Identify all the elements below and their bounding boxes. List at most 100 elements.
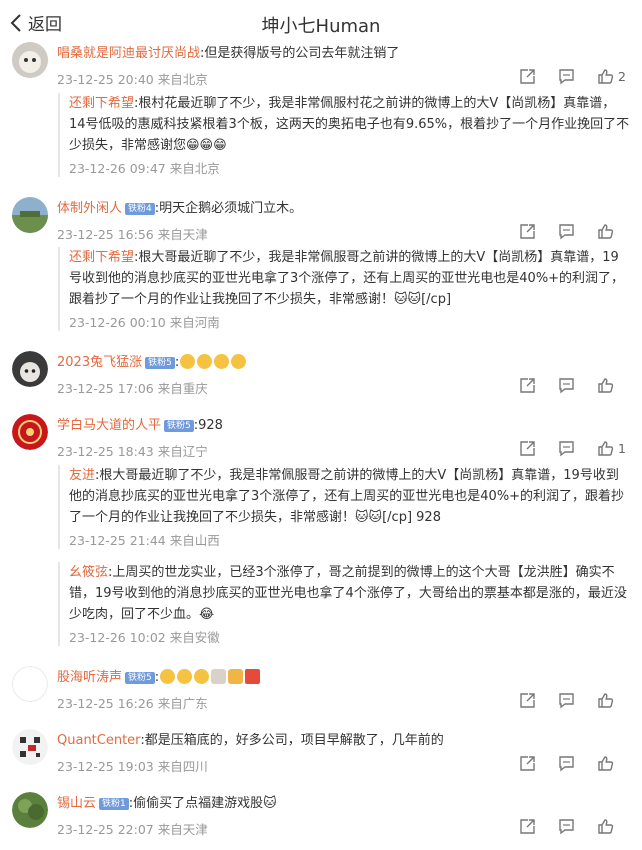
emoji-icon xyxy=(231,354,247,369)
comment-meta: 23-12-25 16:56 来自天津 xyxy=(57,227,208,242)
comment-text: :明天企鹅必须城门立木。 xyxy=(154,201,303,216)
comment-icon[interactable] xyxy=(558,377,575,394)
comment-meta: 23-12-25 19:03 来自四川 xyxy=(57,759,208,774)
reply-block: 幺筱弦:上周买的世龙实业，已经3个涨停了，哥之前提到的微博上的这个大哥【龙洪胜】… xyxy=(58,562,630,646)
comment-text: :但是获得版号的公司去年就注销了 xyxy=(200,46,400,61)
comment-line: QuantCenter:都是压箱底的，好多公司，项目早解散了，几年前的 xyxy=(57,731,632,751)
like-count: 1 xyxy=(618,441,626,456)
comment-meta: 23-12-25 18:43 来自辽宁 xyxy=(57,444,208,459)
like-count: 2 xyxy=(618,69,626,84)
share-icon[interactable] xyxy=(519,692,536,709)
reply-meta: 23-12-26 00:10 来自河南 xyxy=(69,315,220,330)
avatar[interactable] xyxy=(12,792,48,828)
comment-icon[interactable] xyxy=(558,818,575,835)
comment-actions xyxy=(497,818,626,835)
comment-icon[interactable] xyxy=(558,440,575,457)
comment-meta: 23-12-25 20:40 来自北京 xyxy=(57,72,208,87)
share-icon[interactable] xyxy=(519,377,536,394)
comment-text: : xyxy=(174,355,180,370)
reply-text: :根村花最近聊了不少，我是非常佩服村花之前讲的微博上的大V【尚凯杨】真靠谱，14… xyxy=(69,96,630,153)
reply-text: :根大哥最近聊了不少，我是非常佩服哥之前讲的微博上的大V【尚凯杨】真靠谱，19号… xyxy=(69,468,625,525)
avatar[interactable] xyxy=(12,729,48,765)
comment-text: :都是压箱底的，好多公司，项目早解散了，几年前的 xyxy=(140,733,444,748)
comment-line: 学白马大道的人平 铁粉5:928 xyxy=(57,416,632,436)
reply-username[interactable]: 幺筱弦 xyxy=(69,565,108,580)
fan-badge: 铁粉5 xyxy=(125,672,155,684)
comment-icon[interactable] xyxy=(558,755,575,772)
reply-text: :根大哥最近聊了不少，我是非常佩服哥之前讲的微博上的大V【尚凯杨】真靠谱，19号… xyxy=(69,250,625,307)
comment-line: 锡山云 铁粉1:偷偷买了点福建游戏股🐱 xyxy=(57,794,632,814)
reply-username[interactable]: 还剩下希望 xyxy=(69,96,134,111)
coffee-emoji-icon xyxy=(211,669,227,684)
top-bar: 返回 坤小七Human xyxy=(0,0,642,46)
username[interactable]: 体制外闲人 xyxy=(57,201,122,216)
reply-username[interactable]: 还剩下希望 xyxy=(69,250,134,265)
comment-meta: 23-12-25 22:07 来自天津 xyxy=(57,822,208,837)
comment-actions xyxy=(497,223,626,240)
share-icon[interactable] xyxy=(519,68,536,85)
like-icon[interactable] xyxy=(597,377,614,394)
emoji-icon xyxy=(194,669,210,684)
emoji-icon xyxy=(197,354,213,369)
like-icon[interactable] xyxy=(597,223,614,240)
username[interactable]: 学白马大道的人平 xyxy=(57,418,161,433)
comment-actions: 1 xyxy=(497,440,626,457)
fan-badge: 铁粉1 xyxy=(99,798,129,810)
share-icon[interactable] xyxy=(519,440,536,457)
avatar[interactable] xyxy=(12,414,48,450)
username[interactable]: 唱桑就是阿迪最讨厌尚战 xyxy=(57,46,200,61)
reply-text-wrap: 幺筱弦:上周买的世龙实业，已经3个涨停了，哥之前提到的微博上的这个大哥【龙洪胜】… xyxy=(69,562,630,625)
reply-block: 友进:根大哥最近聊了不少，我是非常佩服哥之前讲的微博上的大V【尚凯杨】真靠谱，1… xyxy=(58,465,630,549)
comment-actions xyxy=(497,755,626,772)
comment-actions: 2 xyxy=(497,68,626,85)
like-icon[interactable] xyxy=(597,68,614,85)
reply-username[interactable]: 友进 xyxy=(69,468,95,483)
avatar[interactable] xyxy=(12,351,48,387)
comment-meta: 23-12-25 17:06 来自重庆 xyxy=(57,381,208,396)
emoji-icon xyxy=(160,669,176,684)
avatar[interactable] xyxy=(12,666,48,702)
comment-actions xyxy=(497,377,626,394)
share-icon[interactable] xyxy=(519,223,536,240)
username[interactable]: 2023兔飞猛涨 xyxy=(57,355,142,370)
comment-line: 股海听涛声 铁粉5: xyxy=(57,668,632,688)
like-icon[interactable] xyxy=(597,755,614,772)
like-icon[interactable] xyxy=(597,818,614,835)
reply-meta: 23-12-26 10:02 来自安徽 xyxy=(69,630,220,645)
reply-text: :上周买的世龙实业，已经3个涨停了，哥之前提到的微博上的这个大哥【龙洪胜】确实不… xyxy=(69,565,627,622)
avatar[interactable] xyxy=(12,42,48,78)
comment-actions xyxy=(497,692,626,709)
like-icon[interactable] xyxy=(597,440,614,457)
reply-text-wrap: 友进:根大哥最近聊了不少，我是非常佩服哥之前讲的微博上的大V【尚凯杨】真靠谱，1… xyxy=(69,465,630,528)
page-title: 坤小七Human xyxy=(261,16,381,37)
comment-text: : xyxy=(154,670,160,685)
comment-line: 体制外闲人 铁粉4:明天企鹅必须城门立木。 xyxy=(57,199,632,219)
comment-line: 唱桑就是阿迪最讨厌尚战:但是获得版号的公司去年就注销了 xyxy=(57,44,632,64)
comment-text: :928 xyxy=(193,418,223,433)
fan-badge: 铁粉5 xyxy=(164,420,194,432)
comment-line: 2023兔飞猛涨 铁粉5: xyxy=(57,353,632,373)
thumbs-up-emoji-icon xyxy=(228,669,244,684)
comment-icon[interactable] xyxy=(558,223,575,240)
emoji-icon xyxy=(180,354,196,369)
emoji-icon xyxy=(177,669,193,684)
comment-icon[interactable] xyxy=(558,692,575,709)
comment-meta: 23-12-25 16:26 来自广东 xyxy=(57,696,208,711)
fan-badge: 铁粉4 xyxy=(125,203,155,215)
red-badge-emoji-icon xyxy=(245,669,261,684)
like-icon[interactable] xyxy=(597,692,614,709)
share-icon[interactable] xyxy=(519,818,536,835)
username[interactable]: 股海听涛声 xyxy=(57,670,122,685)
emoji-icon xyxy=(214,354,230,369)
reply-text-wrap: 还剩下希望:根村花最近聊了不少，我是非常佩服村花之前讲的微博上的大V【尚凯杨】真… xyxy=(69,93,630,156)
share-icon[interactable] xyxy=(519,755,536,772)
avatar[interactable] xyxy=(12,197,48,233)
reply-meta: 23-12-25 21:44 来自山西 xyxy=(69,533,220,548)
username[interactable]: QuantCenter xyxy=(57,733,140,748)
comment-text: :偷偷买了点福建游戏股🐱 xyxy=(128,796,277,811)
reply-block: 还剩下希望:根大哥最近聊了不少，我是非常佩服哥之前讲的微博上的大V【尚凯杨】真靠… xyxy=(58,247,630,331)
username[interactable]: 锡山云 xyxy=(57,796,96,811)
fan-badge: 铁粉5 xyxy=(145,357,175,369)
reply-block: 还剩下希望:根村花最近聊了不少，我是非常佩服村花之前讲的微博上的大V【尚凯杨】真… xyxy=(58,93,630,177)
comment-icon[interactable] xyxy=(558,68,575,85)
